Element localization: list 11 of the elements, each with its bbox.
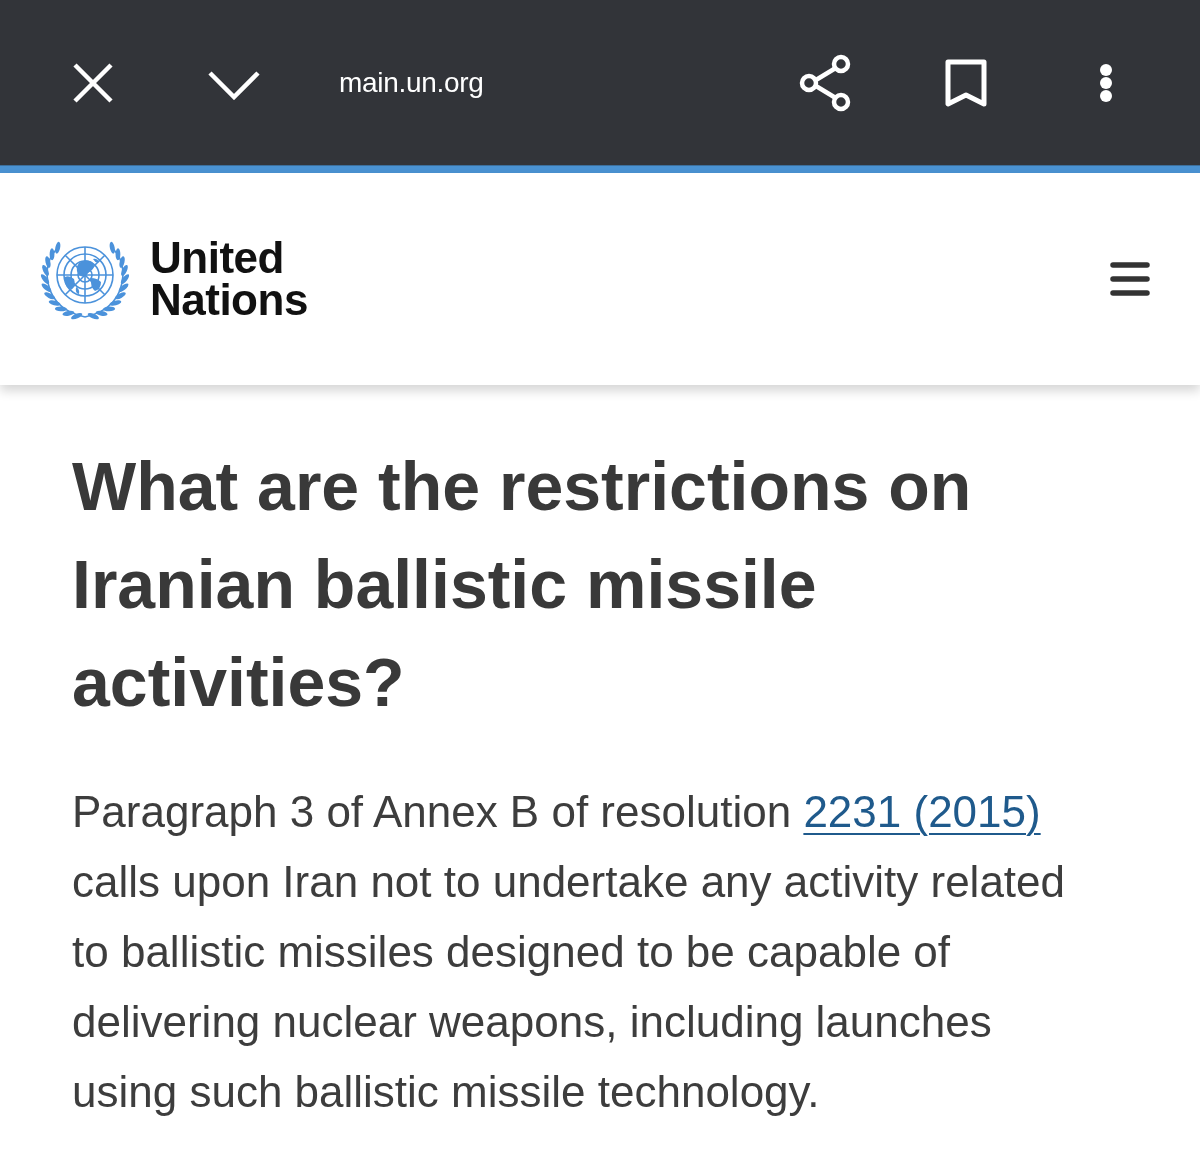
more-options-icon[interactable] xyxy=(1098,63,1114,102)
bookmark-icon[interactable] xyxy=(944,57,988,108)
article-title: What are the restrictions on Iranian ballistic missile activities? xyxy=(72,447,973,722)
article-paragraph: Paragraph 3 of Annex B of resolution 2231 (2015) calls upon Iran not to undertake any activity related to ballistic missiles designed to be capable of delivering nuclear weapons, including launches using such ballistic missile technology. xyxy=(72,786,1067,1118)
url-text: main.un.org xyxy=(339,66,484,99)
menu-icon[interactable] xyxy=(1110,261,1150,297)
share-icon[interactable] xyxy=(798,53,852,112)
close-icon[interactable] xyxy=(73,62,113,103)
resolution-link[interactable]: 2231 (2015) xyxy=(803,787,1041,836)
chevron-down-icon[interactable] xyxy=(208,69,260,100)
logo-text: United Nations xyxy=(150,237,308,321)
